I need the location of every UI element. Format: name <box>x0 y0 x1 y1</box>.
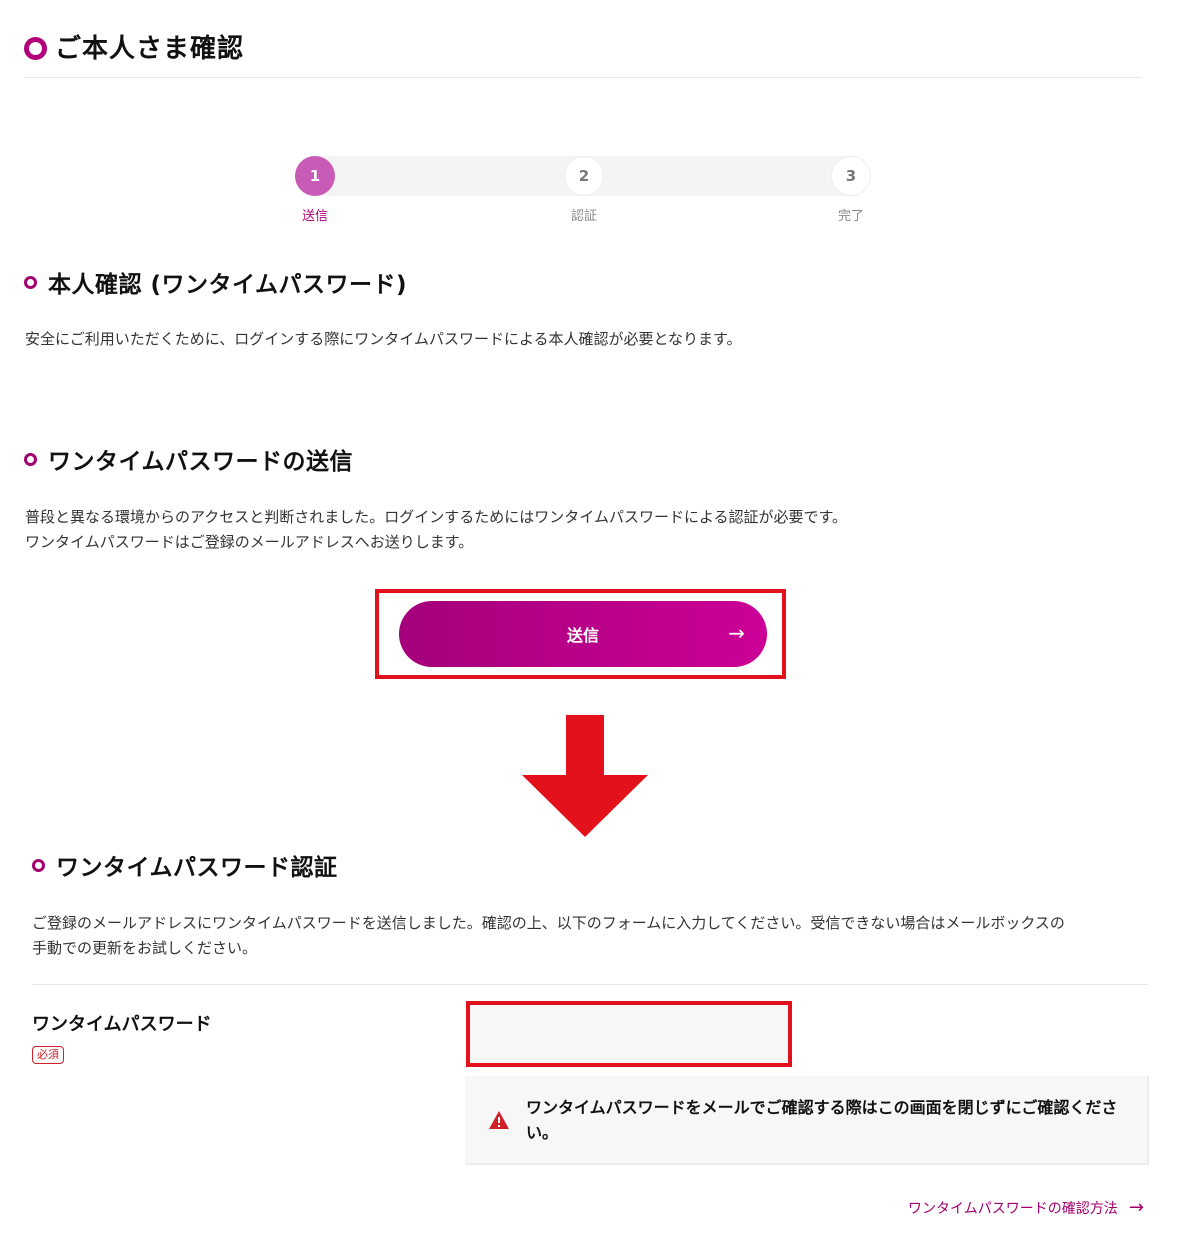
otp-field-label: ワンタイムパスワード <box>32 1014 212 1035</box>
identity-description: 安全にご利用いただくために、ログインする際にワンタイムパスワードによる本人確認が… <box>25 330 742 348</box>
required-badge: 必須 <box>32 1046 64 1064</box>
send-description-line1: 普段と異なる環境からのアクセスと判断されました。ログインするためにはワンタイムパ… <box>25 508 848 526</box>
auth-ring-icon <box>32 859 45 872</box>
auth-heading: ワンタイムパスワード認証 <box>56 855 338 881</box>
step-1-circle: 1 <box>295 156 335 196</box>
title-ring-icon <box>24 37 47 60</box>
step-1-label: 送信 <box>301 209 328 224</box>
step-3-number: 3 <box>845 167 857 185</box>
auth-description-line2: 手動での更新をお試しください。 <box>32 939 258 957</box>
title-divider <box>24 77 1142 78</box>
page-title: ご本人さま確認 <box>55 34 245 64</box>
otp-input[interactable] <box>470 1005 788 1063</box>
step-3-circle: 3 <box>831 156 871 196</box>
arrow-right-icon: → <box>728 621 745 645</box>
help-link-label: ワンタイムパスワードの確認方法 <box>908 1201 1118 1217</box>
send-ring-icon <box>24 453 37 466</box>
step-2-label: 認証 <box>570 209 597 224</box>
link-arrow-right-icon: → <box>1128 1197 1144 1218</box>
notice-box: ワンタイムパスワードをメールでご確認する際はこの画面を閉じずにご確認くださ い。 <box>465 1076 1149 1165</box>
step-3-label: 完了 <box>837 209 864 224</box>
send-button[interactable]: 送信 → <box>399 601 767 667</box>
form-divider <box>32 984 1148 985</box>
step-2-circle: 2 <box>564 156 604 196</box>
send-description-line2: ワンタイムパスワードはご登録のメールアドレスへお送りします。 <box>25 533 474 551</box>
help-link[interactable]: ワンタイムパスワードの確認方法 → <box>908 1197 1144 1218</box>
identity-ring-icon <box>24 276 37 289</box>
send-button-label: 送信 <box>566 626 599 645</box>
send-heading: ワンタイムパスワードの送信 <box>48 449 354 475</box>
auth-description-line1: ご登録のメールアドレスにワンタイムパスワードを送信しました。確認の上、以下のフォ… <box>32 914 1065 932</box>
step-1-number: 1 <box>309 167 321 185</box>
step-2-number: 2 <box>578 167 590 185</box>
identity-heading: 本人確認 (ワンタイムパスワード) <box>48 272 408 298</box>
warning-icon <box>489 1111 509 1129</box>
down-arrow-icon <box>522 715 648 837</box>
notice-line2: い。 <box>526 1123 559 1142</box>
notice-line1: ワンタイムパスワードをメールでご確認する際はこの画面を閉じずにご確認くださ <box>526 1098 1118 1117</box>
